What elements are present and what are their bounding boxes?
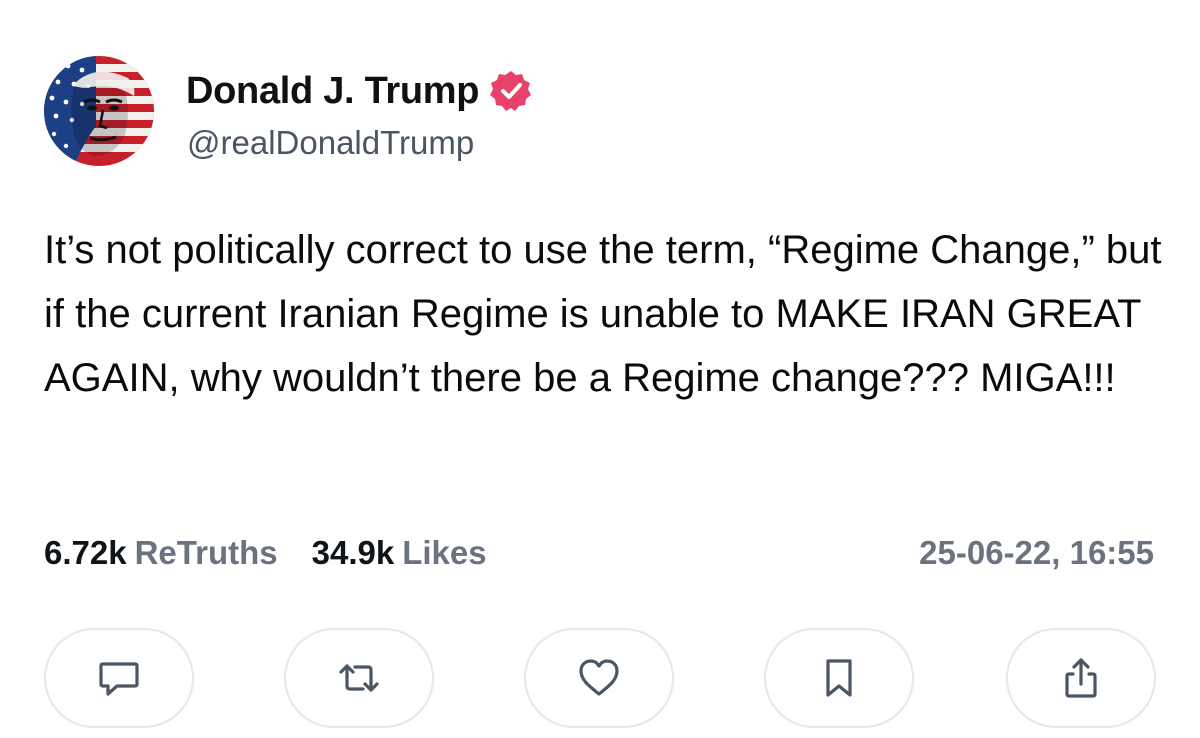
post-stats: 6.72k ReTruths 34.9k Likes bbox=[44, 528, 521, 578]
share-button[interactable] bbox=[1006, 628, 1156, 728]
display-name[interactable]: Donald J. Trump bbox=[186, 70, 480, 113]
retruths-stat[interactable]: 6.72k ReTruths bbox=[44, 534, 278, 572]
heart-icon bbox=[579, 659, 619, 696]
post-timestamp: 25-06-22, 16:55 bbox=[919, 534, 1154, 571]
avatar[interactable] bbox=[44, 56, 154, 166]
likes-count: 34.9k bbox=[311, 534, 395, 571]
post-text: It’s not politically correct to use the … bbox=[44, 228, 1162, 400]
avatar-image bbox=[44, 56, 154, 166]
reply-icon bbox=[99, 662, 139, 696]
retruths-label: ReTruths bbox=[134, 534, 278, 571]
author-handle[interactable]: @realDonaldTrump bbox=[187, 124, 474, 162]
reply-button[interactable] bbox=[44, 628, 194, 728]
retruth-icon bbox=[339, 664, 379, 692]
post-card: Donald J. Trump @realDonaldTrump It’s no… bbox=[0, 0, 1200, 738]
author-row: Donald J. Trump bbox=[186, 66, 533, 116]
likes-stat[interactable]: 34.9k Likes bbox=[312, 534, 487, 572]
retruths-count: 6.72k bbox=[44, 534, 127, 571]
bookmark-button[interactable] bbox=[764, 628, 914, 728]
like-button[interactable] bbox=[524, 628, 674, 728]
retruth-button[interactable] bbox=[284, 628, 434, 728]
share-icon bbox=[1065, 658, 1097, 698]
bookmark-icon bbox=[826, 659, 852, 697]
likes-label: Likes bbox=[402, 534, 487, 571]
action-bar bbox=[44, 628, 1156, 728]
verified-badge-icon bbox=[489, 69, 533, 113]
